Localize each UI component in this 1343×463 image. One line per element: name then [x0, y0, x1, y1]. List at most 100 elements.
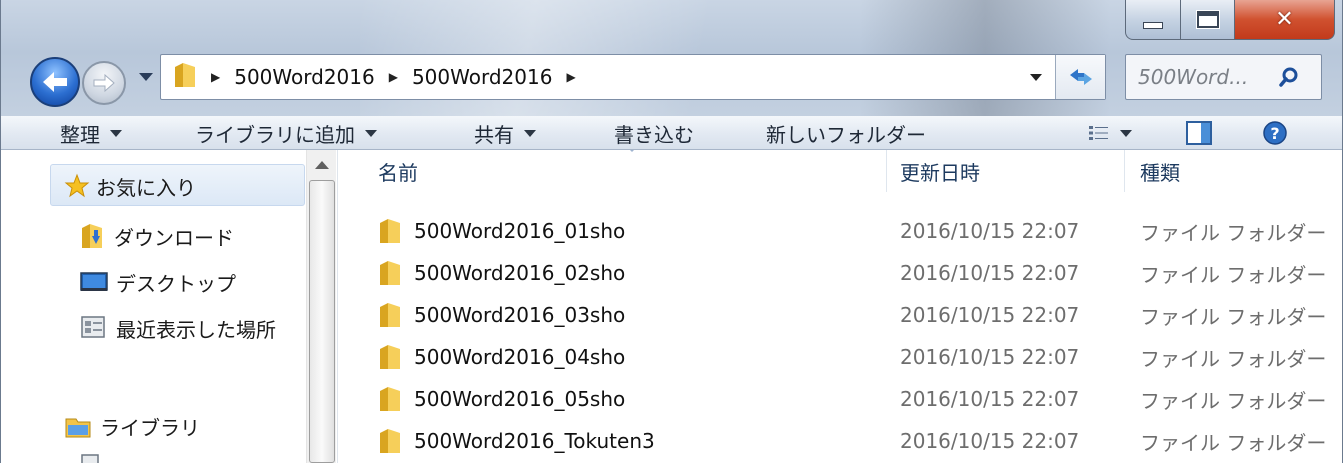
search-input[interactable]: 500Word... — [1138, 65, 1278, 89]
organize-label: 整理 — [60, 122, 100, 147]
maximize-button[interactable] — [1181, 0, 1235, 40]
nav-item-label: ダウンロード — [114, 225, 234, 250]
folder-icon — [380, 261, 400, 285]
address-controls — [1017, 55, 1105, 99]
nav-item-recent-places[interactable]: 最近表示した場所 — [80, 308, 276, 348]
column-header-type[interactable]: 種類 — [1140, 150, 1180, 192]
file-date: 2016/10/15 22:07 — [900, 219, 1080, 243]
nav-item-favorites[interactable]: お気に入り — [64, 166, 196, 206]
breadcrumb-item[interactable]: 500Word2016 — [234, 65, 374, 89]
search-box[interactable]: 500Word... — [1125, 54, 1322, 100]
file-name: 500Word2016_05sho — [414, 387, 626, 411]
address-bar[interactable]: ▶ 500Word2016 ▶ 500Word2016 ▶ — [160, 54, 1106, 100]
breadcrumb-arrow-icon[interactable]: ▶ — [566, 70, 575, 84]
window-title-area: ✕ ▶ 500Word2016 ▶ 500Word2016 ▶ 500Word.… — [0, 0, 1343, 116]
column-header-date[interactable]: 更新日時 — [900, 150, 980, 192]
chevron-down-icon — [365, 129, 377, 137]
chevron-down-icon — [1030, 73, 1042, 81]
help-button[interactable]: ? — [1262, 116, 1288, 150]
forward-arrow-icon — [93, 73, 115, 93]
file-name-cell: 500Word2016_03sho — [378, 294, 625, 336]
organize-menu[interactable]: 整理 — [60, 116, 122, 150]
nav-item-downloads[interactable]: ダウンロード — [80, 216, 234, 256]
share-label: 共有 — [474, 122, 514, 147]
file-row[interactable]: 500Word2016_05sho 2016/10/15 22:07 ファイル … — [338, 378, 1343, 420]
libraries-icon — [65, 418, 91, 438]
add-to-library-menu[interactable]: ライブラリに追加 — [195, 116, 377, 150]
file-type: ファイル フォルダー — [1140, 388, 1327, 413]
file-row[interactable]: 500Word2016_02sho 2016/10/15 22:07 ファイル … — [338, 252, 1343, 294]
file-name: 500Word2016_02sho — [414, 261, 626, 285]
file-date: 2016/10/15 22:07 — [900, 261, 1080, 285]
back-arrow-icon — [43, 72, 67, 92]
new-folder-label: 新しいフォルダー — [766, 122, 926, 147]
burn-button[interactable]: 書き込む — [614, 116, 694, 150]
scroll-up-button[interactable] — [307, 150, 337, 180]
file-row[interactable]: 500Word2016_04sho 2016/10/15 22:07 ファイル … — [338, 336, 1343, 378]
column-header-label: 更新日時 — [900, 160, 980, 185]
folder-icon — [380, 219, 400, 243]
file-list: 名前 更新日時 種類 500Word2016_01sho 2016/10/15 … — [338, 150, 1343, 463]
file-name-cell: 500Word2016_04sho — [378, 336, 625, 378]
column-header-label: 名前 — [378, 160, 418, 185]
column-header-name[interactable]: 名前 — [378, 150, 418, 192]
maximize-icon — [1196, 11, 1219, 28]
scroll-thumb[interactable] — [309, 180, 335, 463]
file-row[interactable]: 500Word2016_01sho 2016/10/15 22:07 ファイル … — [338, 210, 1343, 252]
file-type: ファイル フォルダー — [1140, 262, 1327, 287]
chevron-down-icon — [1120, 129, 1132, 137]
nav-item-libraries[interactable]: ライブラリ — [64, 406, 200, 446]
close-button[interactable]: ✕ — [1235, 0, 1335, 40]
nav-item-desktop[interactable]: デスクトップ — [80, 262, 236, 302]
burn-label: 書き込む — [614, 122, 694, 147]
file-row[interactable]: 500Word2016_03sho 2016/10/15 22:07 ファイル … — [338, 294, 1343, 336]
desktop-icon — [80, 272, 108, 291]
nav-item-label: 最近表示した場所 — [116, 317, 276, 342]
column-divider[interactable] — [886, 150, 887, 192]
nav-item-label: デスクトップ — [116, 271, 236, 296]
file-date: 2016/10/15 22:07 — [900, 303, 1080, 327]
nav-item-label: ライブラリ — [100, 415, 200, 440]
downloads-folder-icon — [82, 224, 102, 248]
file-name: 500Word2016_01sho — [414, 219, 626, 243]
view-details-icon — [1089, 126, 1108, 140]
new-folder-button[interactable]: 新しいフォルダー — [766, 116, 926, 150]
file-row[interactable]: 500Word2016_Tokuten3 2016/10/15 22:07 ファ… — [338, 420, 1343, 462]
nav-scrollbar[interactable] — [306, 150, 336, 463]
svg-text:?: ? — [1270, 124, 1279, 143]
preview-pane-icon — [1186, 121, 1212, 145]
nav-item-label: お気に入り — [96, 175, 196, 200]
file-date: 2016/10/15 22:07 — [900, 429, 1080, 453]
minimize-icon — [1143, 22, 1163, 29]
minimize-button[interactable] — [1125, 0, 1181, 40]
folder-icon — [173, 61, 197, 94]
column-header-row: 名前 更新日時 種類 — [338, 150, 1343, 192]
column-header-label: 種類 — [1140, 160, 1180, 185]
change-view-button[interactable] — [1088, 116, 1132, 150]
column-divider[interactable] — [1124, 150, 1125, 192]
file-type: ファイル フォルダー — [1140, 220, 1327, 245]
file-date: 2016/10/15 22:07 — [900, 345, 1080, 369]
chevron-down-icon — [110, 129, 122, 137]
search-icon[interactable] — [1278, 66, 1300, 88]
refresh-button[interactable] — [1055, 55, 1105, 99]
folder-icon — [380, 387, 400, 411]
forward-button[interactable] — [82, 61, 126, 105]
recent-pages-dropdown[interactable] — [139, 73, 153, 81]
preview-pane-button[interactable] — [1186, 116, 1212, 150]
refresh-icon — [1069, 69, 1092, 85]
folder-icon — [380, 429, 400, 453]
back-button[interactable] — [30, 57, 80, 107]
help-icon: ? — [1263, 121, 1287, 145]
breadcrumb-arrow-icon[interactable]: ▶ — [211, 70, 220, 84]
breadcrumb-item[interactable]: 500Word2016 — [412, 65, 552, 89]
star-icon — [64, 173, 90, 198]
navigation-pane: お気に入り ダウンロード デスクトップ 最近表示した場所 ライブラリ — [0, 150, 338, 463]
file-name: 500Word2016_03sho — [414, 303, 626, 327]
breadcrumb-arrow-icon[interactable]: ▶ — [389, 70, 398, 84]
file-name: 500Word2016_04sho — [414, 345, 626, 369]
share-menu[interactable]: 共有 — [474, 116, 536, 150]
address-history-dropdown[interactable] — [1017, 55, 1055, 99]
file-name-cell: 500Word2016_Tokuten3 — [378, 420, 655, 462]
file-name-cell: 500Word2016_05sho — [378, 378, 625, 420]
